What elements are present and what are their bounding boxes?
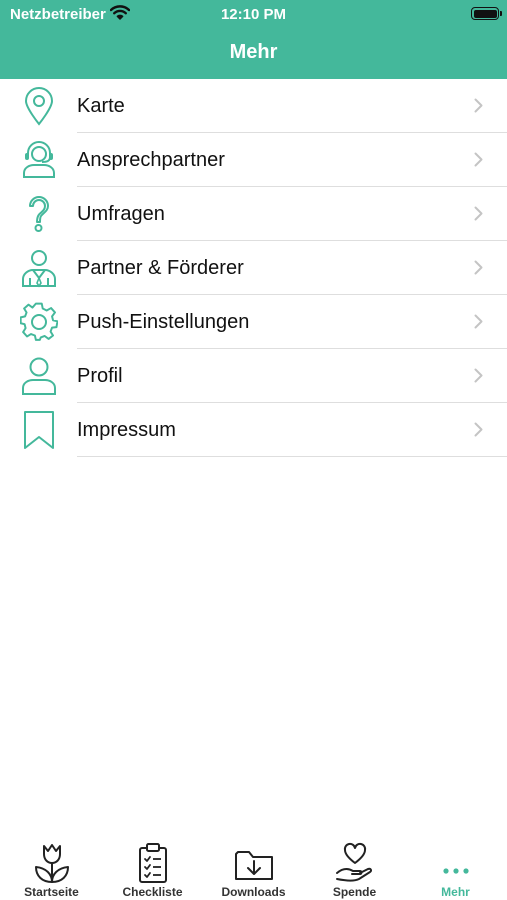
menu-item-karte[interactable]: Karte xyxy=(0,79,507,133)
menu-item-umfragen[interactable]: Umfragen xyxy=(0,187,507,241)
menu-item-label: Umfragen xyxy=(77,203,165,225)
chevron-right-icon xyxy=(474,206,483,226)
tab-mehr[interactable]: Mehr xyxy=(405,835,506,900)
menu-item-label: Profil xyxy=(77,365,123,387)
battery-icon xyxy=(471,7,502,20)
menu-item-label: Impressum xyxy=(77,419,176,441)
nav-header: Netzbetreiber 12:10 PM Mehr xyxy=(0,0,507,79)
tab-label: Downloads xyxy=(221,885,286,899)
more-dots-icon xyxy=(436,842,476,884)
status-time: 12:10 PM xyxy=(220,6,287,23)
person-icon xyxy=(20,356,58,396)
tab-spende[interactable]: Spende xyxy=(304,835,405,900)
map-pin-icon xyxy=(20,86,58,126)
gear-icon xyxy=(19,302,59,342)
chevron-right-icon xyxy=(474,260,483,280)
menu-item-label: Karte xyxy=(77,95,125,117)
menu-item-label: Partner & Förderer xyxy=(77,257,244,279)
chevron-right-icon xyxy=(474,98,483,118)
divider xyxy=(77,456,507,457)
menu-item-label: Ansprechpartner xyxy=(77,149,225,171)
chevron-right-icon xyxy=(474,152,483,172)
tulip-icon xyxy=(32,842,72,884)
menu-item-profil[interactable]: Profil xyxy=(0,349,507,403)
tab-label: Startseite xyxy=(24,885,79,899)
chevron-right-icon xyxy=(474,422,483,442)
headset-person-icon xyxy=(20,140,58,180)
question-icon xyxy=(20,194,58,234)
tab-downloads[interactable]: Downloads xyxy=(203,835,304,900)
tab-label: Spende xyxy=(332,885,377,899)
tab-startseite[interactable]: Startseite xyxy=(1,835,102,900)
status-bar: Netzbetreiber 12:10 PM xyxy=(0,0,507,28)
tab-label: Mehr xyxy=(441,885,470,899)
bookmark-icon xyxy=(20,410,58,450)
menu-item-impressum[interactable]: Impressum xyxy=(0,403,507,457)
chevron-right-icon xyxy=(474,314,483,334)
tab-checkliste[interactable]: Checkliste xyxy=(102,835,203,900)
heart-hand-icon xyxy=(335,842,375,884)
tab-label: Checkliste xyxy=(122,885,183,899)
menu-item-partner-foerderer[interactable]: Partner & Förderer xyxy=(0,241,507,295)
page-title: Mehr xyxy=(229,41,278,63)
clipboard-checklist-icon xyxy=(133,842,173,884)
tab-bar: Startseite Checkliste Downloads Spende M… xyxy=(0,835,507,900)
folder-download-icon xyxy=(234,842,274,884)
chevron-right-icon xyxy=(474,368,483,388)
menu-list: Karte Ansprechpartner Umfragen Partner &… xyxy=(0,79,507,457)
menu-item-ansprechpartner[interactable]: Ansprechpartner xyxy=(0,133,507,187)
menu-item-push-einstellungen[interactable]: Push-Einstellungen xyxy=(0,295,507,349)
menu-item-label: Push-Einstellungen xyxy=(77,311,250,333)
business-person-icon xyxy=(20,248,58,288)
